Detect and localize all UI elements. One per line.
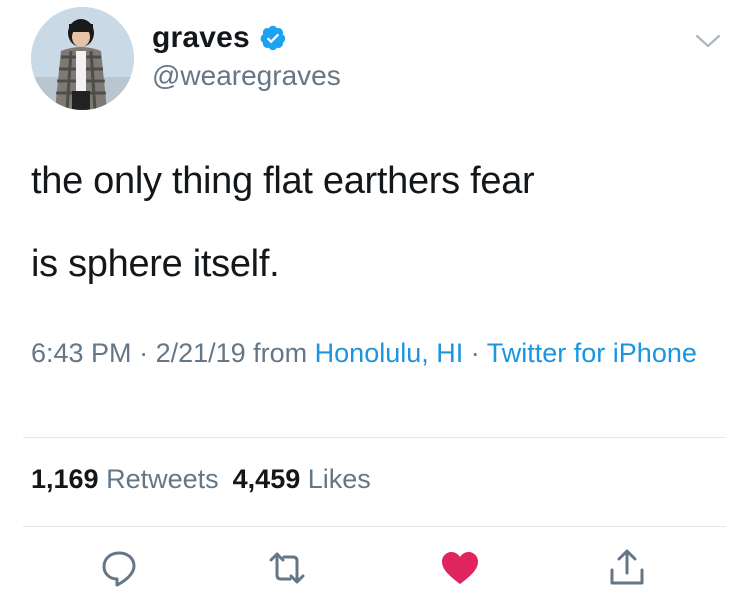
retweet-icon[interactable] (267, 548, 307, 588)
tweet-text-line-2: is sphere itself. (31, 243, 280, 285)
name-row: graves (152, 21, 287, 55)
tweet-text-line-1: the only thing flat earthers fear (31, 160, 535, 202)
share-icon[interactable] (607, 548, 647, 588)
retweets-label: Retweets (106, 464, 219, 494)
client-link[interactable]: Twitter for iPhone (487, 338, 697, 368)
meta-separator-2: · (463, 338, 487, 368)
likes-label: Likes (307, 464, 371, 494)
verified-badge-icon (260, 25, 286, 51)
avatar-photo (31, 7, 134, 110)
retweets-stat[interactable]: 1,169 Retweets (31, 464, 219, 494)
tweet-date: 2/21/19 (155, 338, 246, 368)
chevron-down-icon[interactable] (694, 30, 722, 52)
divider (23, 437, 726, 438)
avatar[interactable] (31, 7, 134, 110)
likes-count: 4,459 (232, 464, 301, 494)
reply-icon[interactable] (99, 548, 139, 588)
tweet-meta: 6:43 PM · 2/21/19 from Honolulu, HI · Tw… (31, 333, 721, 373)
likes-stat[interactable]: 4,459 Likes (233, 464, 371, 494)
display-name[interactable]: graves (152, 21, 250, 55)
tweet-stats: 1,169 Retweets 4,459 Likes (31, 464, 371, 495)
meta-from: from (245, 338, 315, 368)
user-handle[interactable]: @wearegraves (152, 60, 341, 92)
retweets-count: 1,169 (31, 464, 99, 494)
meta-separator: · (131, 338, 156, 368)
divider (23, 526, 726, 527)
heart-icon[interactable] (440, 548, 480, 588)
tweet-time: 6:43 PM (31, 338, 132, 368)
location-link[interactable]: Honolulu, HI (315, 338, 464, 368)
